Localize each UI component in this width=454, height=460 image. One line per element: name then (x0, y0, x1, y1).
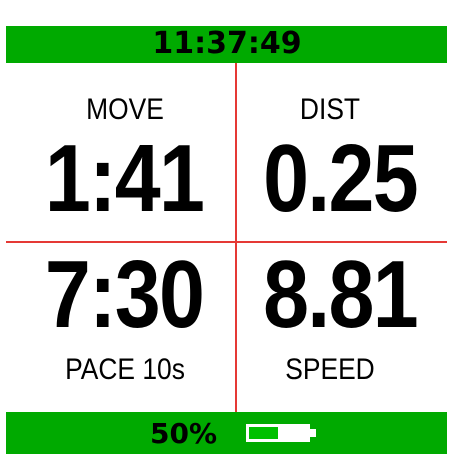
dist-value: 0.25 (263, 125, 419, 232)
battery-tip (310, 429, 316, 437)
dist-label: DIST (299, 93, 361, 126)
battery-percent: 50% (150, 417, 218, 450)
speed-value: 8.81 (263, 241, 419, 348)
speed-label: SPEED (285, 353, 375, 386)
move-value: 1:41 (44, 125, 205, 232)
clock-time: 11:37:49 (152, 26, 302, 61)
battery-fill (249, 427, 278, 439)
vertical-divider (235, 63, 237, 412)
move-label: MOVE (86, 93, 164, 126)
pace-value: 7:30 (44, 241, 205, 348)
bottom-status-bar (6, 412, 447, 454)
pace-label: PACE 10s (65, 353, 185, 386)
battery-icon (246, 424, 316, 442)
